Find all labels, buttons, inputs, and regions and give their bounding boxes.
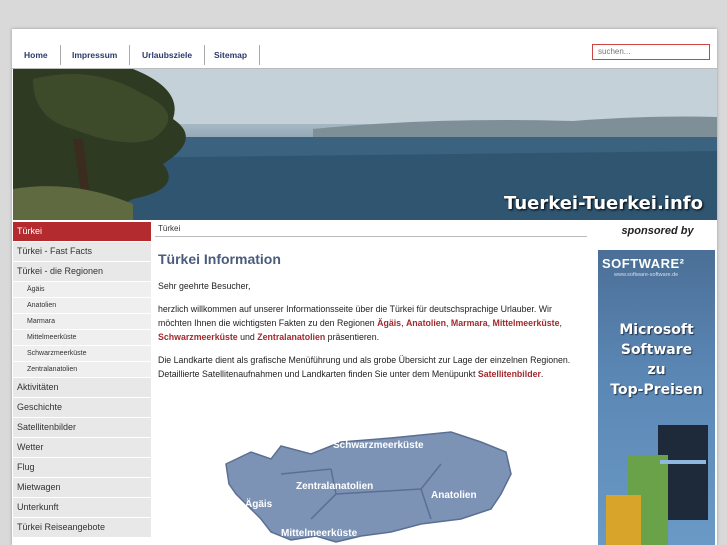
map-label-zentralanatolien[interactable]: Zentralanatolien <box>296 481 373 492</box>
greeting-text: Sehr geehrte Besucher, <box>158 281 251 291</box>
map-label-mittelmeerkueste[interactable]: Mittelmeerküste <box>281 528 358 539</box>
sponsor-pitch-line-4: Top-Preisen <box>610 382 703 398</box>
sidebar-subitem-zentralanatolien[interactable]: Zentralanatolien <box>13 362 151 378</box>
sponsor-brand-url: www.software-software.de <box>614 272 679 278</box>
sponsor-label: sponsored by <box>621 225 694 237</box>
map-shape: Marmara Schwarzmeerküste Zentralanatolie… <box>223 431 512 543</box>
sidebar-item-geschichte[interactable]: Geschichte <box>13 398 151 418</box>
sponsor-box: sponsored by SOFTWARE² www.software-soft… <box>598 222 717 545</box>
link-zentralanatolien[interactable]: Zentralanatolien <box>257 332 325 342</box>
link-satellitenbilder[interactable]: Satellitenbilder <box>478 369 541 379</box>
sidebar-item-wetter[interactable]: Wetter <box>13 438 151 458</box>
map-text-end: . <box>540 369 544 379</box>
turkey-region-map[interactable]: Marmara Schwarzmeerküste Zentralanatolie… <box>221 424 521 545</box>
main-content: Türkei Türkei Information Sehr geehrte B… <box>155 222 588 543</box>
page-title: Türkei Information <box>158 251 281 267</box>
sidebar-item-reiseangebote[interactable]: Türkei Reiseangebote <box>13 518 151 538</box>
map-label-anatolien[interactable]: Anatolien <box>431 490 477 501</box>
link-mittelmeerkueste[interactable]: Mittelmeerküste <box>493 318 560 328</box>
link-schwarzmeerkueste[interactable]: Schwarzmeerküste <box>158 332 238 342</box>
sidebar-subitem-mittelmeerkueste[interactable]: Mittelmeerküste <box>13 330 151 346</box>
nav-home[interactable]: Home <box>12 45 61 65</box>
page: Home Impressum Urlaubsziele Sitemap Tuer… <box>12 29 717 545</box>
sponsor-pitch: Microsoft Software zu Top-Preisen <box>598 320 715 400</box>
sidebar-item-fast-facts[interactable]: Türkei - Fast Facts <box>13 242 151 262</box>
link-marmara[interactable]: Marmara <box>451 318 488 328</box>
sidebar-subitem-marmara[interactable]: Marmara <box>13 314 151 330</box>
sidebar-menu: Türkei Türkei - Fast Facts Türkei - die … <box>13 222 151 538</box>
intro-text-und: und <box>237 332 258 342</box>
breadcrumb: Türkei <box>155 222 587 237</box>
sponsor-pitch-line-1: Microsoft <box>619 322 694 338</box>
sidebar-item-flug[interactable]: Flug <box>13 458 151 478</box>
map-label-marmara[interactable]: Marmara <box>223 441 265 452</box>
top-navigation: Home Impressum Urlaubsziele Sitemap <box>12 29 717 69</box>
sidebar-subitem-anatolien[interactable]: Anatolien <box>13 298 151 314</box>
map-label-schwarzmeerkueste[interactable]: Schwarzmeerküste <box>333 440 424 451</box>
header-banner: Tuerkei-Tuerkei.info <box>13 69 717 220</box>
sidebar-item-tuerkei[interactable]: Türkei <box>13 222 151 242</box>
sidebar-item-regionen[interactable]: Türkei - die Regionen <box>13 262 151 282</box>
intro-text-end: präsentieren. <box>325 332 380 342</box>
sidebar-subitem-schwarzmeerkueste[interactable]: Schwarzmeerküste <box>13 346 151 362</box>
sponsor-pitch-line-3: zu <box>647 362 666 378</box>
site-title: Tuerkei-Tuerkei.info <box>504 193 703 214</box>
sidebar-item-mietwagen[interactable]: Mietwagen <box>13 478 151 498</box>
map-label-aegaeis[interactable]: Ägäis <box>245 497 273 510</box>
nav-sitemap[interactable]: Sitemap <box>202 45 261 65</box>
sponsor-pitch-line-2: Software <box>620 342 693 358</box>
sponsor-ad-banner[interactable]: SOFTWARE² www.software-software.de Micro… <box>598 250 715 545</box>
map-paragraph: Die Landkarte dient als grafische Menüfü… <box>158 353 588 381</box>
link-aegaeis[interactable]: Ägäis <box>377 318 401 328</box>
intro-paragraph: herzlich willkommen auf unserer Informat… <box>158 304 562 342</box>
nav-impressum[interactable]: Impressum <box>60 45 131 65</box>
link-anatolien[interactable]: Anatolien <box>406 318 446 328</box>
sidebar-item-aktivitaeten[interactable]: Aktivitäten <box>13 378 151 398</box>
software-boxes-image <box>606 425 708 545</box>
sidebar-item-satellitenbilder[interactable]: Satellitenbilder <box>13 418 151 438</box>
search-input[interactable] <box>592 44 710 60</box>
sponsor-brand: SOFTWARE² <box>602 256 685 271</box>
sidebar-subitem-aegaeis[interactable]: Ägäis <box>13 282 151 298</box>
nav-urlaubsziele[interactable]: Urlaubsziele <box>130 45 206 65</box>
sidebar-item-unterkunft[interactable]: Unterkunft <box>13 498 151 518</box>
